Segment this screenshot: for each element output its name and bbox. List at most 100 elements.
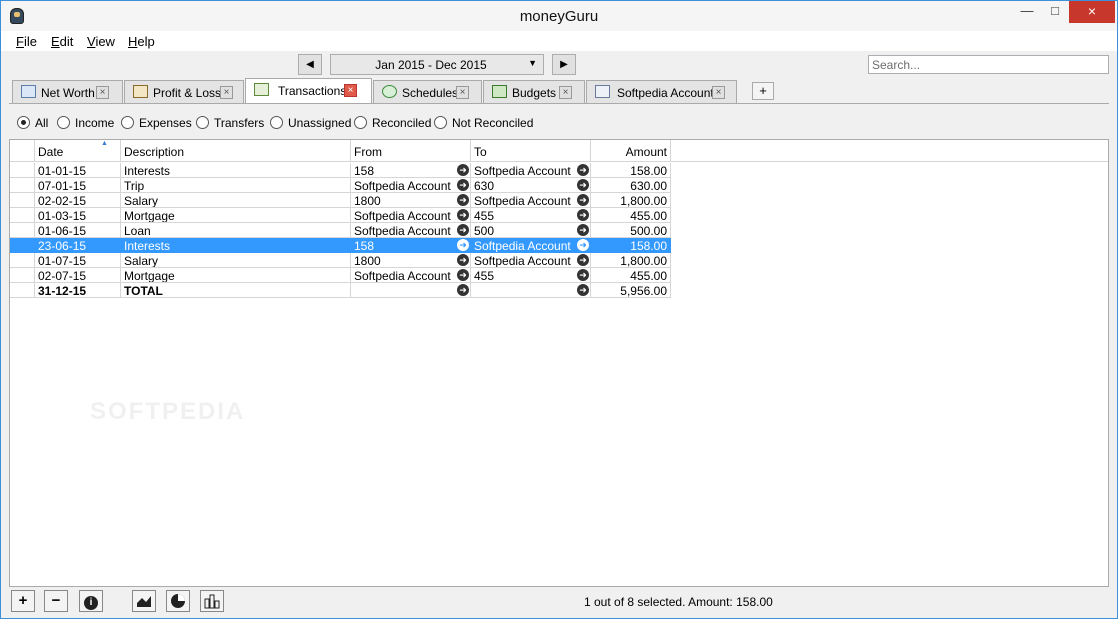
graph-toggle-button[interactable] <box>132 590 156 612</box>
cell-from[interactable]: Softpedia Account ➜ <box>351 178 471 193</box>
cell-to[interactable]: 500 ➜ <box>471 223 591 238</box>
go-to-account-icon[interactable]: ➜ <box>577 179 589 191</box>
close-window-button[interactable]: × <box>1069 1 1115 23</box>
add-transaction-button[interactable]: + <box>11 590 35 612</box>
cell-from[interactable]: 1800 ➜ <box>351 193 471 208</box>
go-to-account-icon[interactable]: ➜ <box>457 179 469 191</box>
tab-budgets[interactable]: Budgets × <box>483 80 585 103</box>
filter-not-reconciled[interactable]: Not Reconciled <box>434 116 533 130</box>
table-row[interactable]: 01-06-15 Loan Softpedia Account ➜ 500 ➜ 500.00 <box>10 223 671 238</box>
total-row[interactable]: 31-12-15 TOTAL ➜ ➜ 5,956.00 <box>10 283 671 298</box>
cell-to[interactable]: 455 ➜ <box>471 208 591 223</box>
go-to-account-icon[interactable]: ➜ <box>457 224 469 236</box>
menu-help[interactable]: Help <box>128 34 155 49</box>
header-from[interactable]: From <box>351 140 471 162</box>
cell-amount[interactable]: 5,956.00 <box>591 283 671 298</box>
tab-close-icon[interactable]: × <box>559 86 572 99</box>
table-row[interactable]: 01-03-15 Mortgage Softpedia Account ➜ 455 ➜ 45… <box>10 208 671 223</box>
table-row[interactable]: 01-07-15 Salary 1800 ➜ Softpedia Account ➜ 1,8… <box>10 253 671 268</box>
menu-edit[interactable]: Edit <box>51 34 73 49</box>
cell-from[interactable]: Softpedia Account ➜ <box>351 208 471 223</box>
go-to-account-icon[interactable]: ➜ <box>577 269 589 281</box>
filter-income[interactable]: Income <box>57 116 114 130</box>
cell-amount[interactable]: 158.00 <box>591 163 671 178</box>
filter-all[interactable]: All <box>17 116 48 130</box>
go-to-account-icon[interactable]: ➜ <box>577 224 589 236</box>
search-input[interactable] <box>868 55 1109 74</box>
tab-transactions[interactable]: Transactions × <box>245 78 372 104</box>
table-row[interactable]: 23-06-15 Interests 158 ➜ Softpedia Account ➜ 1… <box>10 238 671 253</box>
go-to-account-icon[interactable]: ➜ <box>457 254 469 266</box>
table-row[interactable]: 07-01-15 Trip Softpedia Account ➜ 630 ➜ 630.00 <box>10 178 671 193</box>
cell-from[interactable]: 158 ➜ <box>351 163 471 178</box>
cell-from[interactable]: 1800 ➜ <box>351 253 471 268</box>
cell-from[interactable]: 158 ➜ <box>351 238 471 253</box>
previous-period-button[interactable]: ◀ <box>298 54 322 75</box>
cell-date[interactable]: 23-06-15 <box>35 238 121 253</box>
cell-description[interactable]: Trip <box>121 178 351 193</box>
go-to-account-icon[interactable]: ➜ <box>457 284 469 296</box>
remove-transaction-button[interactable]: − <box>44 590 68 612</box>
header-to[interactable]: To <box>471 140 591 162</box>
cell-from[interactable]: Softpedia Account ➜ <box>351 268 471 283</box>
tab-softpedia-account[interactable]: Softpedia Account × <box>586 80 737 103</box>
go-to-account-icon[interactable]: ➜ <box>457 209 469 221</box>
pie-chart-toggle-button[interactable] <box>166 590 190 612</box>
cell-to[interactable]: Softpedia Account ➜ <box>471 238 591 253</box>
tab-net-worth[interactable]: Net Worth × <box>12 80 123 103</box>
next-period-button[interactable]: ▶ <box>552 54 576 75</box>
cell-description[interactable]: TOTAL <box>121 283 351 298</box>
cell-description[interactable]: Salary <box>121 193 351 208</box>
cell-description[interactable]: Salary <box>121 253 351 268</box>
cell-description[interactable]: Mortgage <box>121 208 351 223</box>
date-range-dropdown[interactable]: Jan 2015 - Dec 2015 ▼ <box>330 54 544 75</box>
go-to-account-icon[interactable]: ➜ <box>577 194 589 206</box>
minimize-button[interactable]: — <box>1013 1 1041 23</box>
go-to-account-icon[interactable]: ➜ <box>577 284 589 296</box>
header-date[interactable]: Date ▲ <box>35 140 121 162</box>
cell-from[interactable]: ➜ <box>351 283 471 298</box>
filter-expenses[interactable]: Expenses <box>121 116 192 130</box>
tab-schedules[interactable]: Schedules × <box>373 80 482 103</box>
cell-date[interactable]: 01-03-15 <box>35 208 121 223</box>
filter-transfers[interactable]: Transfers <box>196 116 264 130</box>
cell-description[interactable]: Loan <box>121 223 351 238</box>
table-row[interactable]: 02-07-15 Mortgage Softpedia Account ➜ 455 ➜ 45… <box>10 268 671 283</box>
cell-description[interactable]: Interests <box>121 163 351 178</box>
info-button[interactable]: i <box>79 590 103 612</box>
header-description[interactable]: Description <box>121 140 351 162</box>
cell-to[interactable]: 630 ➜ <box>471 178 591 193</box>
cell-amount[interactable]: 630.00 <box>591 178 671 193</box>
go-to-account-icon[interactable]: ➜ <box>457 269 469 281</box>
cell-amount[interactable]: 455.00 <box>591 268 671 283</box>
cell-date[interactable]: 02-07-15 <box>35 268 121 283</box>
cell-date[interactable]: 01-01-15 <box>35 163 121 178</box>
cell-date[interactable]: 01-06-15 <box>35 223 121 238</box>
tab-close-icon[interactable]: × <box>456 86 469 99</box>
tab-close-icon[interactable]: × <box>96 86 109 99</box>
go-to-account-icon[interactable]: ➜ <box>577 209 589 221</box>
add-tab-button[interactable]: + <box>752 82 774 100</box>
cell-description[interactable]: Mortgage <box>121 268 351 283</box>
maximize-button[interactable]: □ <box>1041 1 1069 23</box>
cell-description[interactable]: Interests <box>121 238 351 253</box>
menu-view[interactable]: View <box>87 34 115 49</box>
filter-unassigned[interactable]: Unassigned <box>270 116 351 130</box>
cell-to[interactable]: ➜ <box>471 283 591 298</box>
cell-date[interactable]: 01-07-15 <box>35 253 121 268</box>
go-to-account-icon[interactable]: ➜ <box>577 239 589 251</box>
menu-file[interactable]: File <box>16 34 37 49</box>
tab-close-icon[interactable]: × <box>344 84 357 97</box>
cell-date[interactable]: 31-12-15 <box>35 283 121 298</box>
cell-amount[interactable]: 158.00 <box>591 238 671 253</box>
cell-to[interactable]: 455 ➜ <box>471 268 591 283</box>
filter-reconciled[interactable]: Reconciled <box>354 116 431 130</box>
cell-date[interactable]: 07-01-15 <box>35 178 121 193</box>
tab-close-icon[interactable]: × <box>220 86 233 99</box>
go-to-account-icon[interactable]: ➜ <box>457 194 469 206</box>
cell-amount[interactable]: 500.00 <box>591 223 671 238</box>
header-amount[interactable]: Amount <box>591 140 671 162</box>
go-to-account-icon[interactable]: ➜ <box>457 239 469 251</box>
cell-to[interactable]: Softpedia Account ➜ <box>471 163 591 178</box>
tab-close-icon[interactable]: × <box>712 86 725 99</box>
